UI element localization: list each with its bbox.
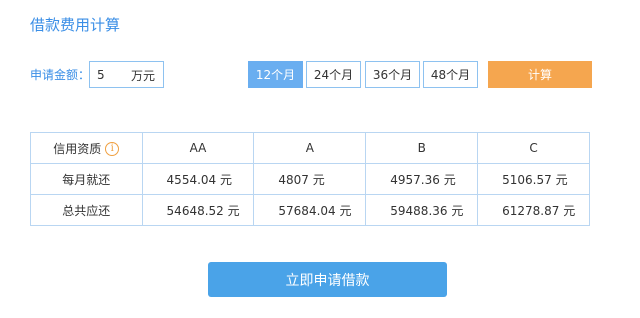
table-cell: 4807 元 (253, 163, 367, 195)
term-36-button[interactable]: 36个月 (365, 61, 420, 88)
info-icon[interactable]: i (105, 142, 120, 156)
calculate-button[interactable]: 计算 (488, 61, 592, 88)
table-cell: 4957.36 元 (365, 163, 479, 195)
table-cell: 5106.57 元 (477, 163, 590, 195)
repayment-table: 信用资质 i AA A B C 每月就还 4554.04 元 4807 元 495… (30, 132, 590, 226)
amount-field[interactable]: 万元 (89, 61, 164, 88)
page-title: 借款费用计算 (30, 16, 121, 34)
table-cell: 61278.87 元 (477, 194, 590, 226)
credit-grade-header: 信用资质 i (30, 132, 143, 164)
term-48-button[interactable]: 48个月 (423, 61, 478, 88)
amount-label: 申请金额： (30, 68, 91, 82)
table-row: 每月就还 4554.04 元 4807 元 4957.36 元 5106.57 … (30, 163, 590, 195)
grade-header: AA (141, 132, 255, 164)
amount-unit: 万元 (130, 69, 155, 83)
table-cell: 54648.52 元 (141, 194, 255, 226)
term-24-button[interactable]: 24个月 (306, 61, 361, 88)
table-cell: 57684.04 元 (253, 194, 367, 226)
apply-loan-button[interactable]: 立即申请借款 (208, 262, 447, 297)
grade-header: A (253, 132, 367, 164)
term-12-button[interactable]: 12个月 (248, 61, 303, 88)
table-cell: 59488.36 元 (365, 194, 479, 226)
row-label: 总共应还 (30, 194, 143, 226)
credit-grade-label: 信用资质 (53, 141, 102, 156)
table-row: 总共应还 54648.52 元 57684.04 元 59488.36 元 61… (30, 194, 590, 226)
row-label: 每月就还 (30, 163, 143, 195)
table-cell: 4554.04 元 (141, 163, 255, 195)
grade-header: B (365, 132, 479, 164)
amount-input[interactable] (97, 66, 127, 84)
grade-header: C (477, 132, 590, 164)
table-header-row: 信用资质 i AA A B C (30, 132, 590, 164)
